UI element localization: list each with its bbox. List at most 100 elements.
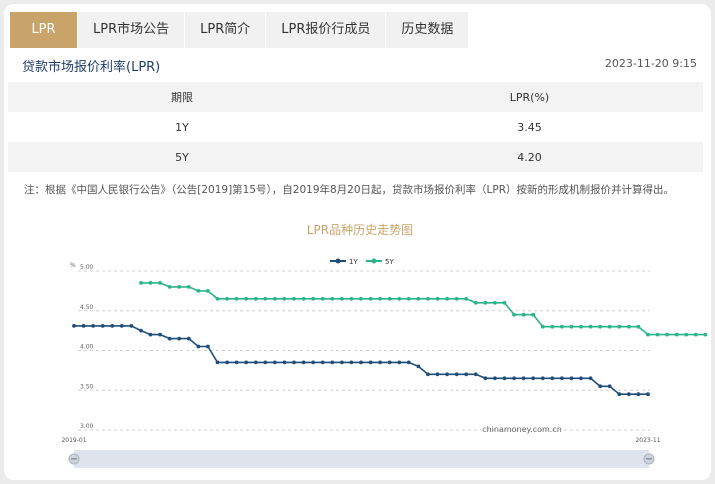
data-point[interactable] — [445, 296, 449, 301]
tab-lpr-market-announcement[interactable]: LPR市场公告 — [78, 12, 186, 48]
data-point[interactable] — [531, 312, 536, 317]
data-point[interactable] — [177, 336, 182, 341]
data-point[interactable] — [627, 392, 631, 397]
data-point[interactable] — [588, 376, 593, 381]
data-point[interactable] — [397, 296, 402, 301]
data-point[interactable] — [416, 364, 421, 369]
data-point[interactable] — [502, 376, 507, 381]
data-point[interactable] — [253, 360, 258, 365]
data-point[interactable] — [177, 285, 182, 289]
data-point[interactable] — [186, 285, 191, 289]
data-point[interactable] — [560, 324, 564, 329]
data-point[interactable] — [493, 376, 497, 381]
data-point[interactable] — [311, 360, 316, 365]
data-point[interactable] — [215, 360, 220, 365]
data-point[interactable] — [579, 324, 583, 329]
data-point[interactable] — [627, 324, 631, 329]
data-point[interactable] — [703, 332, 708, 337]
data-point[interactable] — [129, 324, 134, 328]
data-point[interactable] — [167, 336, 172, 341]
data-point[interactable] — [569, 324, 574, 329]
data-point[interactable] — [100, 324, 105, 328]
data-point[interactable] — [292, 360, 296, 365]
data-point[interactable] — [426, 372, 430, 377]
data-point[interactable] — [81, 324, 86, 328]
data-point[interactable] — [368, 360, 373, 365]
data-point[interactable] — [665, 332, 669, 337]
data-point[interactable] — [282, 296, 287, 301]
data-point[interactable] — [301, 296, 306, 301]
data-point[interactable] — [674, 332, 679, 337]
data-point[interactable] — [359, 296, 363, 301]
data-point[interactable] — [435, 296, 440, 301]
tab-lpr-quoting-banks[interactable]: LPR报价行成员 — [266, 12, 387, 48]
data-point[interactable] — [607, 384, 612, 389]
legend-1y-label[interactable]: 1Y — [349, 258, 358, 266]
data-point[interactable] — [378, 296, 382, 301]
data-point[interactable] — [196, 289, 201, 293]
tab-lpr-introduction[interactable]: LPR简介 — [185, 12, 267, 48]
data-point[interactable] — [368, 296, 373, 301]
data-point[interactable] — [206, 289, 210, 293]
data-point[interactable] — [72, 324, 76, 328]
data-point[interactable] — [521, 376, 526, 381]
data-point[interactable] — [473, 300, 478, 305]
data-point[interactable] — [464, 372, 469, 377]
tab-history-data[interactable]: 历史数据 — [386, 12, 470, 48]
data-point[interactable] — [636, 324, 641, 329]
data-point[interactable] — [646, 392, 650, 397]
data-point[interactable] — [693, 332, 698, 337]
data-point[interactable] — [550, 376, 555, 381]
data-point[interactable] — [158, 281, 163, 285]
data-point[interactable] — [215, 296, 220, 301]
data-point[interactable] — [655, 332, 660, 337]
data-point[interactable] — [550, 324, 555, 329]
data-point[interactable] — [502, 300, 507, 305]
data-point[interactable] — [598, 384, 603, 389]
data-point[interactable] — [273, 296, 277, 301]
data-point[interactable] — [139, 328, 143, 333]
data-point[interactable] — [110, 324, 115, 328]
data-point[interactable] — [320, 360, 325, 365]
data-point[interactable] — [234, 360, 239, 365]
data-point[interactable] — [426, 296, 430, 301]
data-point[interactable] — [378, 360, 382, 365]
data-point[interactable] — [234, 296, 239, 301]
data-point[interactable] — [148, 281, 153, 285]
data-point[interactable] — [244, 360, 249, 365]
data-point[interactable] — [387, 360, 392, 365]
data-point[interactable] — [473, 372, 478, 377]
data-point[interactable] — [493, 300, 497, 305]
data-point[interactable] — [292, 296, 296, 301]
data-point[interactable] — [445, 372, 449, 377]
data-point[interactable] — [340, 296, 344, 301]
data-point[interactable] — [330, 360, 335, 365]
data-point[interactable] — [225, 360, 230, 365]
data-point[interactable] — [646, 332, 650, 337]
data-point[interactable] — [617, 324, 622, 329]
data-point[interactable] — [483, 300, 488, 305]
data-point[interactable] — [253, 296, 258, 301]
data-point[interactable] — [598, 324, 603, 329]
data-point[interactable] — [483, 376, 488, 381]
data-point[interactable] — [464, 296, 469, 301]
data-point[interactable] — [158, 332, 163, 337]
data-point[interactable] — [521, 312, 526, 317]
data-point[interactable] — [119, 324, 124, 328]
data-point[interactable] — [196, 344, 201, 349]
data-point[interactable] — [225, 296, 230, 301]
data-point[interactable] — [540, 376, 545, 381]
slider-track[interactable] — [74, 450, 649, 468]
data-point[interactable] — [454, 296, 459, 301]
data-point[interactable] — [617, 392, 622, 397]
data-point[interactable] — [607, 324, 612, 329]
data-point[interactable] — [588, 324, 593, 329]
data-point[interactable] — [416, 296, 421, 301]
data-point[interactable] — [263, 296, 268, 301]
range-slider[interactable] — [68, 450, 655, 468]
data-point[interactable] — [454, 372, 459, 377]
data-point[interactable] — [282, 360, 287, 365]
legend[interactable]: 1Y 5Y — [330, 258, 394, 266]
data-point[interactable] — [397, 360, 402, 365]
data-point[interactable] — [560, 376, 564, 381]
